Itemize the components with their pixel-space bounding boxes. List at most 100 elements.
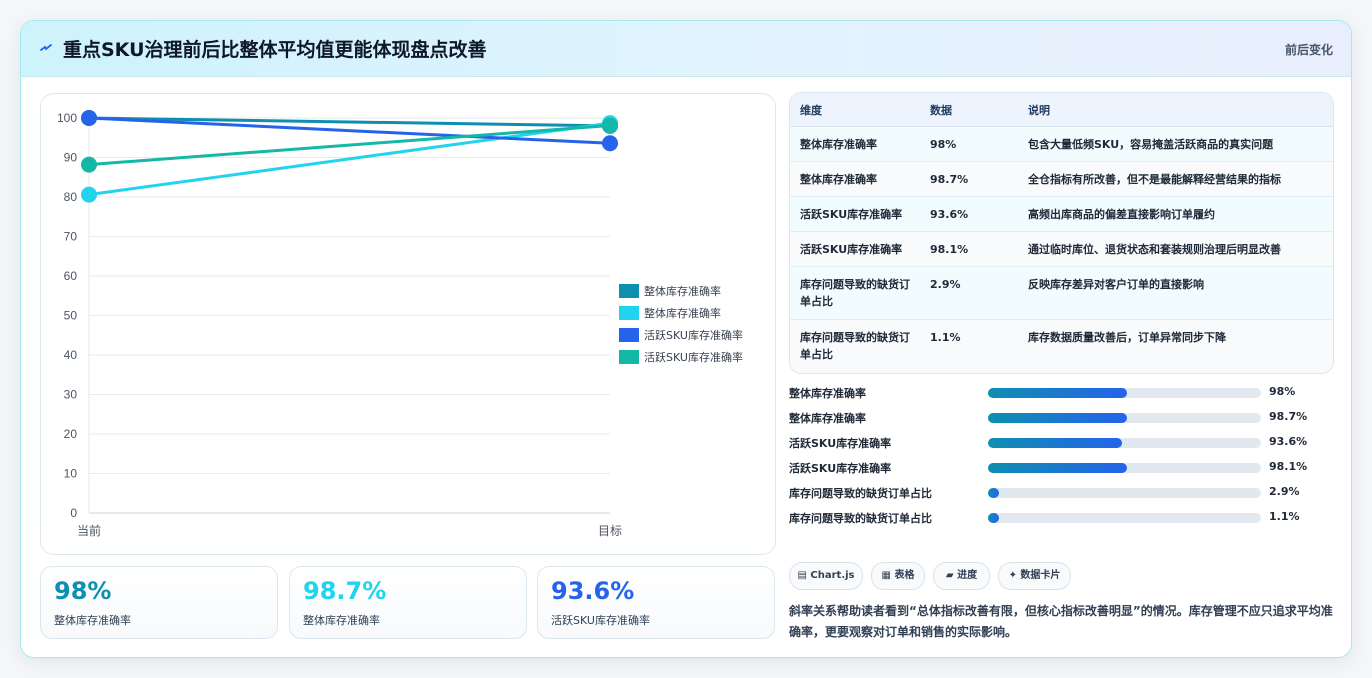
- table-cell-description: 包含大量低频SKU，容易掩盖活跃商品的真实问题: [1018, 126, 1333, 162]
- progress-value: 1.1%: [1269, 510, 1300, 523]
- tag-progress[interactable]: ▰ 进度: [933, 562, 990, 590]
- main-card: 重点SKU治理前后比整体平均值更能体现盘点改善 前后变化 0 10 20 30 40 50…: [20, 20, 1352, 658]
- table-cell-value: 1.1%: [920, 319, 1018, 373]
- kpi-label: 活跃SKU库存准确率: [551, 614, 650, 627]
- chart-svg: 0 10 20 30 40 50 60 70 80 90 100 当前 目标 整体库存准确率整体库存准确率…: [57, 110, 743, 538]
- page-title: 重点SKU治理前后比整体平均值更能体现盘点改善: [63, 39, 487, 61]
- y-tick-label: 10: [64, 467, 78, 481]
- progress-track: [988, 463, 1261, 473]
- progress-label: 整体库存准确率: [789, 387, 866, 400]
- progress-row: 整体库存准确率 98.7%: [789, 408, 1334, 428]
- table-cell-description: 通过临时库位、退货状态和套装规则治理后明显改善: [1018, 231, 1333, 267]
- tag-chartjs[interactable]: ▤ Chart.js: [789, 562, 863, 590]
- header-bar: 重点SKU治理前后比整体平均值更能体现盘点改善 前后变化: [21, 21, 1351, 77]
- kpi-label: 整体库存准确率: [303, 614, 380, 627]
- legend-label: 整体库存准确率: [644, 284, 721, 298]
- table-row: 活跃SKU库存准确率 98.1% 通过临时库位、退货状态和套装规则治理后明显改善: [790, 231, 1333, 267]
- table-header-description: 说明: [1018, 93, 1333, 127]
- legend-label: 整体库存准确率: [644, 306, 721, 320]
- progress-value: 2.9%: [1269, 485, 1300, 498]
- y-tick-label: 80: [64, 190, 78, 204]
- table-header-dimension: 维度: [790, 93, 920, 127]
- table-cell-dimension: 整体库存准确率: [790, 126, 920, 162]
- table-cell-value: 2.9%: [920, 266, 1018, 320]
- progress-track: [988, 488, 1261, 498]
- kpi-card: 98% 整体库存准确率: [40, 566, 278, 639]
- y-tick-label: 50: [64, 309, 78, 323]
- data-point: [602, 135, 618, 152]
- table-row: 库存问题导致的缺货订单占比 1.1% 库存数据质量改善后，订单异常同步下降: [790, 319, 1333, 373]
- progress-fill: [988, 488, 999, 498]
- table-row: 整体库存准确率 98.7% 全仓指标有所改善，但不是最能解释经营结果的指标: [790, 161, 1333, 197]
- data-point: [81, 110, 97, 126]
- progress-label: 库存问题导致的缺货订单占比: [789, 487, 932, 500]
- table-cell-description: 反映库存差异对客户订单的直接影响: [1018, 266, 1333, 320]
- data-point: [81, 186, 97, 203]
- progress-track: [988, 413, 1261, 423]
- y-tick-label: 0: [70, 506, 77, 520]
- table-cell-value: 98.1%: [920, 231, 1018, 267]
- legend-swatch: [619, 306, 639, 320]
- header-right-label: 前后变化: [1284, 43, 1333, 57]
- progress-fill: [988, 463, 1128, 473]
- progress-row: 活跃SKU库存准确率 93.6%: [789, 433, 1334, 453]
- progress-label: 整体库存准确率: [789, 412, 866, 425]
- table-row: 库存问题导致的缺货订单占比 2.9% 反映库存差异对客户订单的直接影响: [790, 266, 1333, 320]
- data-table: 维度 数据 说明 整体库存准确率 98% 包含大量低频SKU，容易掩盖活跃商品的…: [789, 92, 1334, 374]
- table-cell-dimension: 活跃SKU库存准确率: [790, 231, 920, 267]
- kpi-value: 98.7%: [303, 577, 387, 605]
- progress-row: 库存问题导致的缺货订单占比 2.9%: [789, 483, 1334, 503]
- table-cell-value: 98%: [920, 126, 1018, 162]
- progress-label: 活跃SKU库存准确率: [789, 462, 892, 475]
- slope-chart: 0 10 20 30 40 50 60 70 80 90 100 当前 目标 整体库存准确率 整体库存准确率…: [40, 93, 776, 555]
- tag-table[interactable]: ▦ 表格: [871, 562, 925, 590]
- progress-value: 98.7%: [1269, 410, 1308, 423]
- y-tick-label: 30: [64, 388, 78, 402]
- progress-fill: [988, 513, 999, 523]
- table-cell-dimension: 库存问题导致的缺货订单占比: [790, 319, 920, 373]
- table-cell-description: 库存数据质量改善后，订单异常同步下降: [1018, 319, 1333, 373]
- table-cell-description: 全仓指标有所改善，但不是最能解释经营结果的指标: [1018, 161, 1333, 197]
- table-cell-description: 高频出库商品的偏差直接影响订单履约: [1018, 196, 1333, 232]
- y-tick-label: 100: [57, 111, 77, 125]
- table-cell-dimension: 整体库存准确率: [790, 161, 920, 197]
- kpi-value: 98%: [54, 577, 112, 605]
- summary-note: 斜率关系帮助读者看到“总体指标改善有限，但核心指标改善明显”的情况。库存管理不应…: [789, 604, 1333, 639]
- progress-row: 库存问题导致的缺货订单占比 1.1%: [789, 508, 1334, 528]
- table-cell-value: 93.6%: [920, 196, 1018, 232]
- x-tick-label: 目标: [598, 524, 622, 538]
- table-row: 整体库存准确率 98% 包含大量低频SKU，容易掩盖活跃商品的真实问题: [790, 126, 1333, 162]
- progress-track: [988, 438, 1261, 448]
- kpi-value: 93.6%: [551, 577, 635, 605]
- legend-swatch: [619, 328, 639, 342]
- progress-fill: [988, 388, 1128, 398]
- progress-track: [988, 388, 1261, 398]
- y-tick-label: 20: [64, 427, 78, 441]
- y-tick-label: 70: [64, 230, 78, 244]
- progress-fill: [988, 413, 1128, 423]
- tag-data-card[interactable]: ✦ 数据卡片: [998, 562, 1071, 590]
- data-point: [602, 117, 618, 134]
- progress-fill: [988, 438, 1122, 448]
- progress-track: [988, 513, 1261, 523]
- progress-value: 98.1%: [1269, 460, 1308, 473]
- legend-label: 活跃SKU库存准确率: [644, 350, 743, 364]
- progress-value: 93.6%: [1269, 435, 1308, 448]
- progress-label: 活跃SKU库存准确率: [789, 437, 892, 450]
- table-header-value: 数据: [920, 93, 1018, 127]
- progress-label: 库存问题导致的缺货订单占比: [789, 512, 932, 525]
- lightning-icon: [40, 44, 52, 51]
- y-tick-label: 40: [64, 348, 78, 362]
- table-cell-dimension: 库存问题导致的缺货订单占比: [790, 266, 920, 320]
- kpi-label: 整体库存准确率: [54, 614, 131, 627]
- kpi-card: 98.7% 整体库存准确率: [289, 566, 527, 639]
- progress-row: 活跃SKU库存准确率 98.1%: [789, 458, 1334, 478]
- kpi-card: 93.6% 活跃SKU库存准确率: [537, 566, 775, 639]
- legend-label: 活跃SKU库存准确率: [644, 328, 743, 342]
- progress-row: 整体库存准确率 98%: [789, 383, 1334, 403]
- legend-swatch: [619, 284, 639, 298]
- data-point: [81, 156, 97, 173]
- x-tick-label: 当前: [77, 523, 101, 538]
- table-cell-value: 98.7%: [920, 161, 1018, 197]
- legend-swatch: [619, 350, 639, 364]
